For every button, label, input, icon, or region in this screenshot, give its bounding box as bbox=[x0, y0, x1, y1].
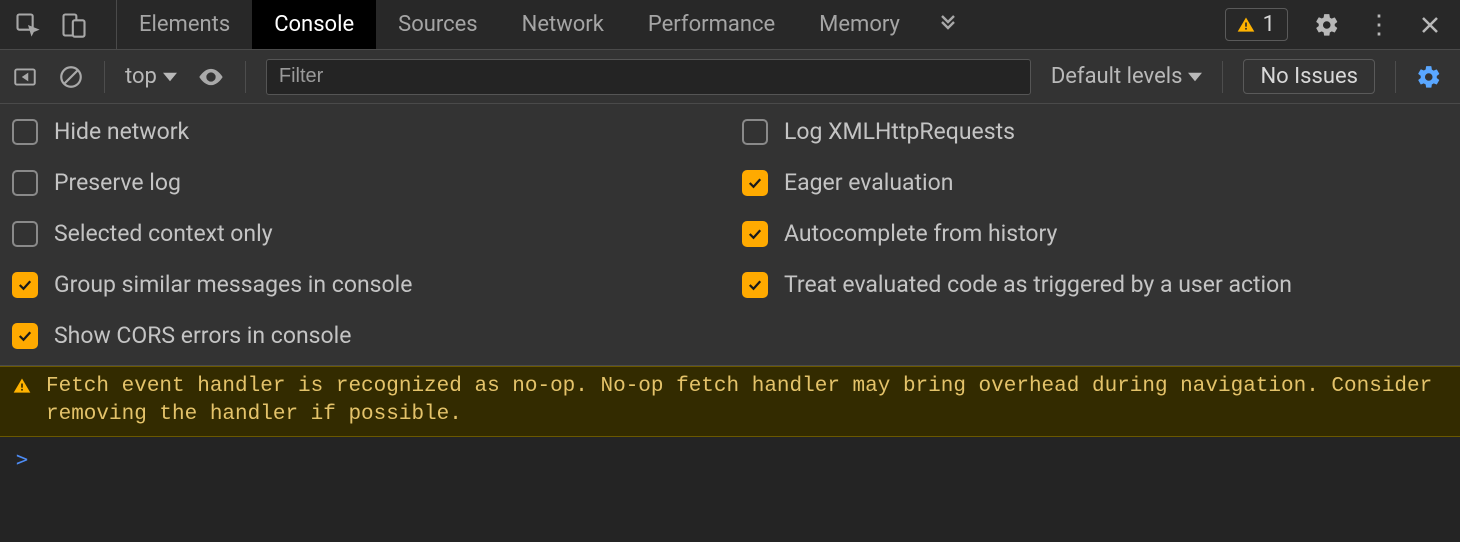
console-filter-input[interactable] bbox=[266, 59, 1031, 95]
levels-label: Default levels bbox=[1051, 64, 1183, 89]
tab-sources[interactable]: Sources bbox=[376, 0, 500, 49]
tabs-overflow-icon[interactable] bbox=[922, 0, 974, 49]
tab-console[interactable]: Console bbox=[252, 0, 376, 49]
warning-count: 1 bbox=[1263, 12, 1275, 37]
tab-performance[interactable]: Performance bbox=[626, 0, 797, 49]
console-prompt[interactable]: > bbox=[0, 437, 1460, 481]
tab-elements[interactable]: Elements bbox=[117, 0, 252, 49]
setting-selected-context[interactable]: Selected context only bbox=[12, 220, 718, 247]
context-label: top bbox=[125, 64, 157, 89]
checkbox[interactable] bbox=[742, 119, 768, 145]
tabbar-right: 1 ⋮ bbox=[1215, 0, 1460, 49]
checkbox[interactable] bbox=[742, 272, 768, 298]
setting-preserve-log[interactable]: Preserve log bbox=[12, 169, 718, 196]
setting-show-cors[interactable]: Show CORS errors in console bbox=[12, 322, 718, 349]
inspect-element-icon[interactable] bbox=[14, 11, 42, 39]
warning-triangle-icon bbox=[12, 376, 32, 396]
setting-label: Show CORS errors in console bbox=[54, 322, 351, 349]
divider bbox=[104, 61, 105, 93]
divider bbox=[1395, 61, 1396, 93]
checkbox[interactable] bbox=[12, 323, 38, 349]
setting-label: Hide network bbox=[54, 118, 189, 145]
close-icon[interactable] bbox=[1418, 13, 1442, 37]
console-settings-gear-icon[interactable] bbox=[1416, 64, 1442, 90]
setting-user-action-code[interactable]: Treat evaluated code as triggered by a u… bbox=[742, 271, 1448, 298]
setting-group-similar[interactable]: Group similar messages in console bbox=[12, 271, 718, 298]
setting-hide-network[interactable]: Hide network bbox=[12, 118, 718, 145]
checkbox[interactable] bbox=[12, 170, 38, 196]
checkbox[interactable] bbox=[12, 221, 38, 247]
issues-label: No Issues bbox=[1260, 64, 1358, 89]
setting-label: Autocomplete from history bbox=[784, 220, 1057, 247]
setting-label: Treat evaluated code as triggered by a u… bbox=[784, 271, 1292, 298]
checkbox[interactable] bbox=[12, 119, 38, 145]
setting-label: Preserve log bbox=[54, 169, 181, 196]
setting-label: Eager evaluation bbox=[784, 169, 953, 196]
setting-eager-evaluation[interactable]: Eager evaluation bbox=[742, 169, 1448, 196]
console-sidebar-toggle-icon[interactable] bbox=[12, 64, 38, 90]
tab-network[interactable]: Network bbox=[500, 0, 626, 49]
tab-memory[interactable]: Memory bbox=[797, 0, 922, 49]
device-toggle-icon[interactable] bbox=[60, 11, 88, 39]
kebab-menu-icon[interactable]: ⋮ bbox=[1366, 12, 1392, 38]
divider bbox=[1222, 61, 1223, 93]
log-level-selector[interactable]: Default levels bbox=[1051, 64, 1203, 89]
checkbox[interactable] bbox=[742, 170, 768, 196]
tabbar-left-icons bbox=[0, 0, 116, 49]
setting-label: Log XMLHttpRequests bbox=[784, 118, 1015, 145]
execution-context-selector[interactable]: top bbox=[125, 64, 177, 89]
setting-label: Selected context only bbox=[54, 220, 273, 247]
console-toolbar: top Default levels No Issues bbox=[0, 50, 1460, 104]
clear-console-icon[interactable] bbox=[58, 64, 84, 90]
issues-button[interactable]: No Issues bbox=[1243, 59, 1375, 94]
gear-icon[interactable] bbox=[1314, 12, 1340, 38]
checkbox[interactable] bbox=[12, 272, 38, 298]
checkbox[interactable] bbox=[742, 221, 768, 247]
filter-field[interactable] bbox=[279, 65, 1018, 88]
divider bbox=[245, 61, 246, 93]
setting-autocomplete-history[interactable]: Autocomplete from history bbox=[742, 220, 1448, 247]
console-settings-panel: Hide network Log XMLHttpRequests Preserv… bbox=[0, 104, 1460, 366]
setting-label: Group similar messages in console bbox=[54, 271, 412, 298]
warning-count-badge[interactable]: 1 bbox=[1225, 8, 1288, 41]
devtools-tabs: Elements Console Sources Network Perform… bbox=[117, 0, 974, 49]
warning-message-text: Fetch event handler is recognized as no-… bbox=[46, 373, 1448, 430]
prompt-symbol: > bbox=[16, 447, 28, 471]
console-warning-row[interactable]: Fetch event handler is recognized as no-… bbox=[0, 366, 1460, 437]
setting-log-xhr[interactable]: Log XMLHttpRequests bbox=[742, 118, 1448, 145]
eye-icon[interactable] bbox=[197, 63, 225, 91]
devtools-tabbar: Elements Console Sources Network Perform… bbox=[0, 0, 1460, 50]
